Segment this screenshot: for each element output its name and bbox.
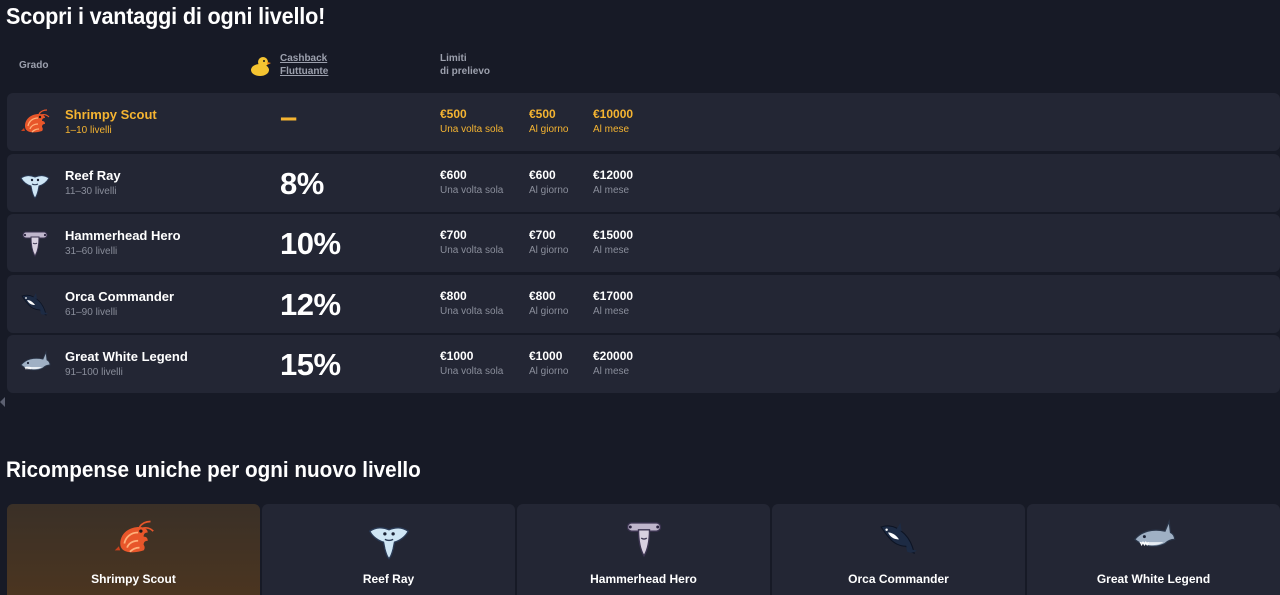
reward-card-name: Orca Commander <box>848 572 949 586</box>
limit-once: €1000 Una volta sola <box>440 349 503 377</box>
limit-daily-value: €700 <box>529 228 556 242</box>
cashback-value: 10% <box>280 226 341 261</box>
reward-card-reef-ray[interactable]: Reef Ray <box>262 504 515 595</box>
reward-card-shrimpy-scout[interactable]: Shrimpy Scout <box>7 504 260 595</box>
limit-daily-label: Al giorno <box>529 366 569 377</box>
limit-monthly: €12000 Al mese <box>593 168 633 196</box>
level-name: Reef Ray <box>65 167 121 183</box>
limit-monthly-value: €15000 <box>593 228 634 242</box>
level-name: Hammerhead Hero <box>65 228 181 243</box>
limit-once-value: €1000 <box>440 349 474 363</box>
reward-card-great-white-legend[interactable]: Great White Legend <box>1027 504 1280 595</box>
limit-monthly-value: €20000 <box>593 349 634 363</box>
limit-monthly-value: €17000 <box>593 288 634 303</box>
limit-monthly: €15000 Al mese <box>593 228 633 256</box>
limit-once-value: €600 <box>440 167 467 182</box>
ray-icon <box>19 167 51 199</box>
level-row-orca-commander: Orca Commander 61–90 livelli 12% €800 Una… <box>7 274 1280 333</box>
level-range: 1–10 livelli <box>65 125 112 136</box>
limit-once-label: Una volta sola <box>440 124 504 135</box>
shrimp-icon <box>19 106 51 138</box>
ray-icon <box>367 516 411 560</box>
header-cashback[interactable]: Cashback Fluttuante <box>248 52 328 78</box>
cashback-value: 15% <box>280 347 341 382</box>
level-row-shrimpy-scout: Shrimpy Scout 1–10 livelli – €500 Una vol… <box>7 93 1280 151</box>
limit-daily-value: €800 <box>529 288 556 303</box>
limit-monthly-value: €12000 <box>593 167 634 182</box>
level-name: Great White Legend <box>65 349 188 364</box>
reward-card-name: Hammerhead Hero <box>590 572 697 586</box>
header-cashback-line1: Cashback <box>280 53 328 64</box>
header-limiti-line1: Limiti <box>440 53 467 64</box>
limit-once: €600 Una volta sola <box>440 168 503 196</box>
orca-icon <box>19 288 51 320</box>
level-range: 91–100 livelli <box>65 367 123 378</box>
limit-once-label: Una volta sola <box>440 245 504 256</box>
reward-cards: Shrimpy Scout Reef Ray Hammerhead Hero O… <box>7 504 1280 595</box>
limit-monthly-label: Al mese <box>593 245 630 256</box>
rewards-title: Ricompense uniche per ogni nuovo livello <box>6 457 421 482</box>
reward-card-name: Great White Legend <box>1096 572 1211 586</box>
limit-once-label: Una volta sola <box>440 184 504 196</box>
limit-daily-label: Al giorno <box>529 245 569 256</box>
level-row-hammerhead-hero: Hammerhead Hero 31–60 livelli 10% €700 Un… <box>7 214 1280 272</box>
limit-monthly: €20000 Al mese <box>593 349 633 377</box>
limit-daily: €600 Al giorno <box>529 168 568 196</box>
orca-icon <box>877 516 921 560</box>
limit-daily-label: Al giorno <box>529 184 569 196</box>
level-name: Shrimpy Scout <box>65 107 157 122</box>
reward-card-orca-commander[interactable]: Orca Commander <box>772 504 1025 595</box>
page-title: Scopri i vantaggi di ogni livello! <box>6 3 326 29</box>
limit-once-value: €800 <box>440 288 467 303</box>
header-grado: Grado <box>19 60 49 71</box>
shark-icon <box>1132 516 1176 560</box>
limit-once-value: €500 <box>440 107 467 121</box>
limit-daily: €800 Al giorno <box>529 289 568 317</box>
shrimp-icon <box>112 516 156 560</box>
limit-monthly-label: Al mese <box>593 184 630 196</box>
hammerhead-icon <box>19 227 51 259</box>
level-range: 11–30 livelli <box>65 185 117 197</box>
reward-card-hammerhead-hero[interactable]: Hammerhead Hero <box>517 504 770 595</box>
limit-monthly-label: Al mese <box>593 124 630 135</box>
limit-monthly-value: €10000 <box>593 107 634 121</box>
limit-once-label: Una volta sola <box>440 366 504 377</box>
level-row-great-white-legend: Great White Legend 91–100 livelli 15% €1… <box>7 335 1280 393</box>
limit-monthly: €10000 Al mese <box>593 107 633 135</box>
level-name: Orca Commander <box>65 288 175 304</box>
limit-daily-label: Al giorno <box>529 305 569 317</box>
level-range: 61–90 livelli <box>65 306 118 318</box>
limit-monthly-label: Al mese <box>593 366 630 377</box>
limit-daily-value: €500 <box>529 107 556 121</box>
limit-once: €800 Una volta sola <box>440 289 503 317</box>
levels-table: Shrimpy Scout 1–10 livelli – €500 Una vol… <box>7 93 1280 396</box>
reward-card-name: Shrimpy Scout <box>91 572 176 586</box>
limit-once-label: Una volta sola <box>440 305 504 317</box>
reward-card-name: Reef Ray <box>362 572 415 586</box>
limit-monthly: €17000 Al mese <box>593 289 633 317</box>
limit-daily: €700 Al giorno <box>529 228 568 256</box>
limit-once: €500 Una volta sola <box>440 107 503 135</box>
shark-icon <box>19 348 51 380</box>
limit-daily: €1000 Al giorno <box>529 349 568 377</box>
level-row-reef-ray: Reef Ray 11–30 livelli 8% €600 Una volta … <box>7 153 1280 212</box>
header-limiti: Limiti di prelievo <box>440 52 490 78</box>
hammerhead-icon <box>622 516 666 560</box>
duck-icon <box>248 54 272 78</box>
limit-daily-value: €600 <box>529 167 556 182</box>
limit-once-value: €700 <box>440 228 467 242</box>
cashback-value: 12% <box>280 286 341 322</box>
header-limiti-line2: di prelievo <box>440 66 491 77</box>
limit-monthly-label: Al mese <box>593 305 630 317</box>
scroll-left-arrow-icon[interactable] <box>0 397 5 407</box>
level-range: 31–60 livelli <box>65 246 118 257</box>
header-cashback-line2: Fluttuante <box>280 66 329 77</box>
cashback-value: 8% <box>280 165 324 201</box>
limit-daily: €500 Al giorno <box>529 107 568 135</box>
limit-daily-label: Al giorno <box>529 124 569 135</box>
table-header: Grado Cashback Fluttuante Limiti di prel… <box>0 50 1280 90</box>
limit-once: €700 Una volta sola <box>440 228 503 256</box>
cashback-value: – <box>280 99 297 134</box>
limit-daily-value: €1000 <box>529 349 563 363</box>
